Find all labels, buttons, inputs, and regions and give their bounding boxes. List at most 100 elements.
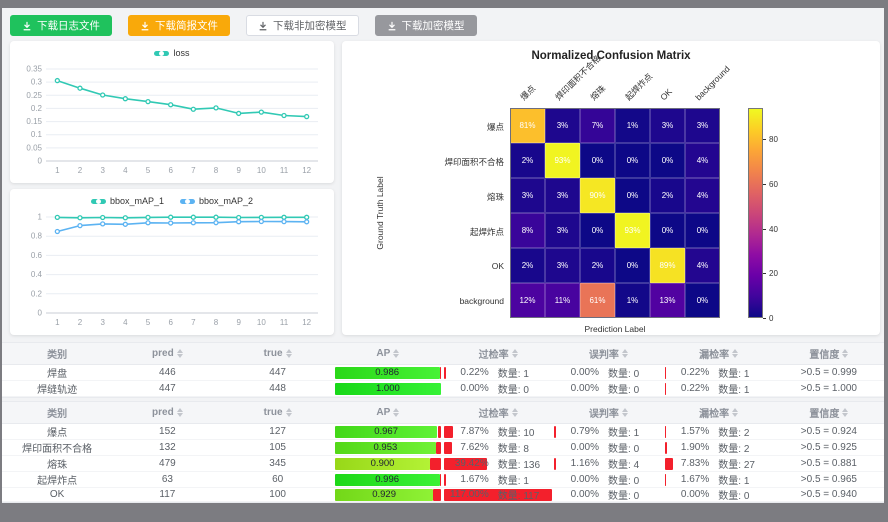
rate-percent: 0.22%	[665, 367, 710, 378]
data-point	[146, 221, 150, 225]
sort-desc-icon	[512, 413, 518, 417]
matrix-cell: 0%	[580, 213, 615, 248]
download-report-button[interactable]: 下载简报文件	[128, 15, 230, 36]
matrix-cell: 0%	[685, 213, 720, 248]
cell-confidence: >0.5 = 1.000	[774, 381, 884, 397]
sort-desc-icon	[393, 413, 399, 417]
rate-bar-track: 0.00%数量: 0	[554, 489, 662, 501]
download-log-button[interactable]: 下载日志文件	[10, 15, 112, 36]
x-tick-label: 9	[236, 318, 241, 327]
cell-class: 起焊炸点	[2, 472, 112, 488]
x-tick-label: 12	[302, 166, 311, 175]
sort-icon[interactable]	[842, 408, 848, 417]
sort-asc-icon	[286, 349, 292, 353]
rate-percent: 1.67%	[444, 474, 489, 485]
sort-icon[interactable]	[393, 349, 399, 358]
sort-icon[interactable]	[177, 408, 183, 417]
sort-icon[interactable]	[177, 349, 183, 358]
legend-item-loss[interactable]: loss	[154, 48, 189, 58]
legend-item-bbox_mAP_1[interactable]: bbox_mAP_1	[91, 196, 164, 206]
column-header-pred[interactable]: pred	[112, 343, 222, 365]
sort-icon[interactable]	[286, 408, 292, 417]
table-row: 熔珠4793450.90039.42%数量: 1361.16%数量: 47.83…	[2, 456, 884, 472]
rate-count: 数量: 27	[718, 456, 772, 471]
colorbar-tick	[763, 318, 766, 319]
sort-icon[interactable]	[732, 349, 738, 358]
sort-desc-icon	[286, 413, 292, 417]
ap-bar: 0.986	[335, 367, 440, 379]
loss-chart-legend: loss	[18, 45, 326, 61]
download-encrypted-model-button[interactable]: 下载加密模型	[375, 15, 477, 36]
column-header-confidence[interactable]: 置信度	[774, 402, 884, 424]
column-header-confidence[interactable]: 置信度	[774, 343, 884, 365]
cell-pred: 152	[112, 424, 222, 440]
download-unencrypted-model-button[interactable]: 下载非加密模型	[246, 15, 359, 36]
y-tick-label: 0.25	[26, 91, 42, 100]
rate-percent: 1.90%	[665, 442, 710, 453]
table-header-row: 类别predtrueAP过检率误判率漏检率置信度	[2, 343, 884, 365]
sort-desc-icon	[732, 413, 738, 417]
sort-icon[interactable]	[622, 408, 628, 417]
column-label: AP	[376, 407, 390, 418]
column-header-over_rate[interactable]: 过检率	[443, 402, 553, 424]
legend-item-bbox_mAP_2[interactable]: bbox_mAP_2	[180, 196, 253, 206]
data-point	[123, 97, 127, 101]
matrix-cell: 90%	[580, 178, 615, 213]
column-header-true[interactable]: true	[223, 402, 333, 424]
rate-count: 数量: 0	[608, 472, 662, 487]
tables-section: 类别predtrueAP过检率误判率漏检率置信度焊盘4464470.9860.2…	[2, 342, 884, 503]
sort-icon[interactable]	[512, 408, 518, 417]
metrics-table: 类别predtrueAP过检率误判率漏检率置信度爆点1521270.9677.8…	[2, 402, 884, 502]
y-tick-label: 0.35	[26, 65, 42, 74]
colorbar-tick	[763, 184, 766, 185]
cell-true: 448	[223, 381, 333, 397]
rate-count: 数量: 117	[498, 487, 552, 502]
x-tick-label: 12	[302, 318, 311, 327]
cell-mis-rate: 0.00%数量: 0	[553, 365, 663, 381]
rate-cell-text: 0.00%数量: 0	[554, 442, 662, 454]
column-header-over_rate[interactable]: 过检率	[443, 343, 553, 365]
ap-remainder-bar	[436, 442, 441, 454]
column-header-pred[interactable]: pred	[112, 402, 222, 424]
rate-bar-track: 1.90%数量: 2	[665, 442, 773, 454]
rate-count: 数量: 1	[498, 365, 552, 380]
sort-desc-icon	[842, 354, 848, 358]
series-line-bbox_mAP_2	[57, 222, 306, 232]
y-tick-label: 0.6	[31, 251, 43, 260]
column-header-class: 类别	[2, 402, 112, 424]
cell-class: 熔珠	[2, 456, 112, 472]
sort-icon[interactable]	[393, 408, 399, 417]
sort-icon[interactable]	[622, 349, 628, 358]
cell-class: 焊印面积不合格	[2, 440, 112, 456]
sort-icon[interactable]	[732, 408, 738, 417]
table-row: 起焊炸点63600.9961.67%数量: 10.00%数量: 01.67%数量…	[2, 472, 884, 488]
rate-percent: 7.83%	[665, 458, 710, 469]
sort-asc-icon	[512, 408, 518, 412]
column-header-ap[interactable]: AP	[333, 343, 443, 365]
button-label: 下载非加密模型	[273, 18, 347, 33]
data-point	[78, 216, 82, 220]
table-header-row: 类别predtrue AP 过检率误判率漏检率置信度	[2, 402, 884, 424]
rate-cell-text: 1.67%数量: 1	[444, 474, 552, 486]
column-header-miss_rate[interactable]: 漏检率	[664, 343, 774, 365]
rate-cell-text: 0.00%数量: 0	[554, 489, 662, 501]
sort-icon[interactable]	[286, 349, 292, 358]
ap-remainder-bar	[440, 474, 441, 486]
column-header-mis_rate[interactable]: 误判率	[553, 402, 663, 424]
sort-icon[interactable]	[842, 349, 848, 358]
column-header-ap[interactable]: AP	[333, 402, 443, 424]
cell-mis-rate: 0.79%数量: 1	[553, 424, 663, 440]
ap-bar: 0.967	[335, 426, 438, 438]
column-header-miss_rate[interactable]: 漏检率	[664, 402, 774, 424]
column-header-mis_rate[interactable]: 误判率	[553, 343, 663, 365]
column-header-true[interactable]: true	[223, 343, 333, 365]
colorbar-tick-label: 0	[769, 314, 773, 323]
ap-bar: 0.996	[335, 474, 440, 486]
sort-desc-icon	[393, 354, 399, 358]
x-tick-label: 4	[123, 318, 128, 327]
data-point	[101, 215, 105, 219]
data-point	[282, 215, 286, 219]
sort-icon[interactable]	[512, 349, 518, 358]
cell-ap: 0.900	[333, 456, 443, 472]
x-tick-label: 1	[55, 166, 60, 175]
